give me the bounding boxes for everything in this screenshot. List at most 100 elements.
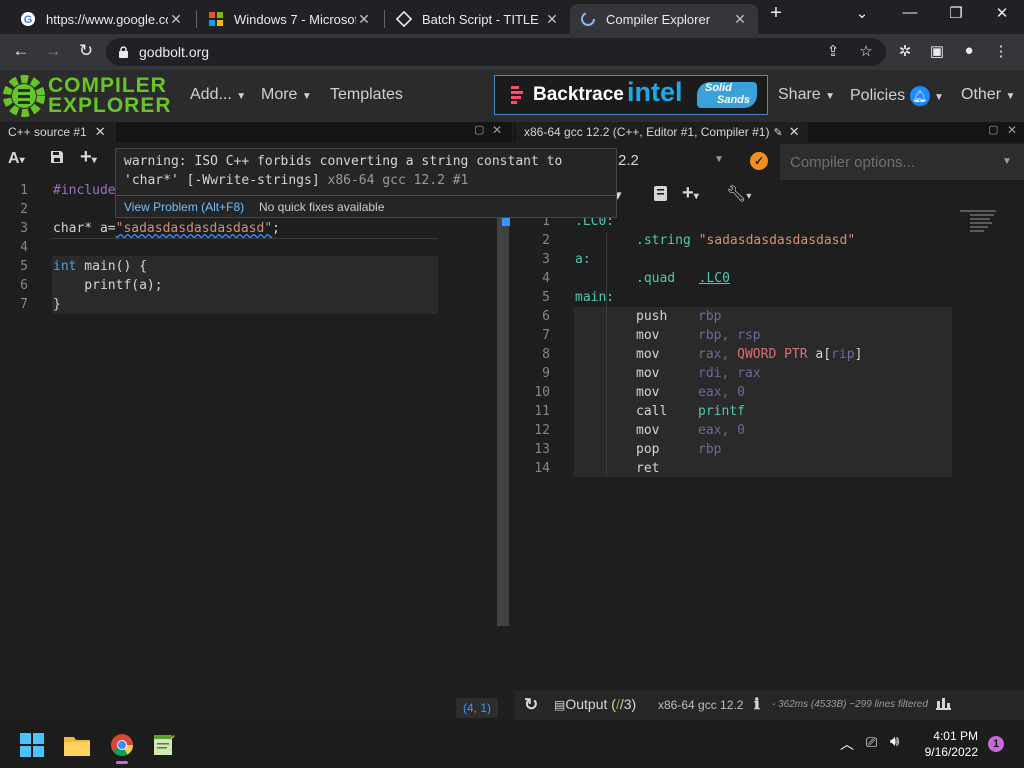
more-menu[interactable]: More ▼: [261, 86, 312, 104]
wrench-icon[interactable]: 🔧︎▾: [726, 184, 751, 204]
save-icon[interactable]: [50, 150, 64, 169]
asm-line[interactable]: main:: [575, 290, 614, 305]
browser-tab-batch[interactable]: Batch Script - TITLE ✕: [386, 4, 570, 34]
close-icon[interactable]: ✕: [168, 11, 184, 28]
share-menu[interactable]: Share ▼: [778, 86, 835, 104]
line-number: 12: [534, 423, 550, 438]
line-number: 10: [534, 385, 550, 400]
asm-op: ret: [636, 461, 660, 476]
restore-button[interactable]: ❐: [942, 4, 970, 22]
extensions-icon[interactable]: ✲: [894, 42, 916, 60]
tooltip-message-line1: warning: ISO C++ forbids converting a st…: [124, 154, 563, 169]
window-close-button[interactable]: ✕: [988, 4, 1016, 22]
asm-op: push: [636, 309, 668, 324]
clock-date: 9/16/2022: [924, 745, 978, 759]
compiler-explorer-logo[interactable]: COMPILER EXPLORER: [2, 72, 171, 120]
code-line[interactable]: int main() {: [53, 259, 147, 274]
browser-tab-google[interactable]: G https://www.google.co ✕: [10, 4, 194, 34]
asm-op: .quad: [636, 271, 676, 286]
tab-title: Batch Script - TITLE: [422, 11, 539, 27]
add-menu[interactable]: Add... ▼: [190, 86, 246, 104]
warning-squiggle-string[interactable]: "sadasdasdasdasdasd": [116, 221, 273, 236]
code-line[interactable]: printf(a);: [53, 278, 162, 293]
close-icon[interactable]: ✕: [356, 11, 372, 28]
notification-badge[interactable]: 1: [988, 736, 1004, 752]
code-token: char* a=: [53, 221, 116, 236]
asm-op: mov: [636, 423, 660, 438]
asm-args: rbp, rsp: [698, 328, 761, 343]
library-icon[interactable]: [654, 186, 667, 206]
profile-icon[interactable]: ●: [958, 42, 980, 59]
editor-scrollbar[interactable]: [497, 178, 509, 626]
close-icon[interactable]: ✕: [544, 11, 560, 28]
line-number: 11: [534, 404, 550, 419]
asm-label-link[interactable]: .LC0: [699, 271, 730, 286]
bar-chart-icon[interactable]: [936, 696, 951, 715]
policies-menu-label: Policies: [850, 87, 906, 105]
code-line[interactable]: char* a="sadasdasdasdasdasd";: [53, 221, 280, 236]
tooltip-source: x86-64 gcc 12.2 #1: [327, 173, 469, 188]
policies-menu[interactable]: Policies 🔔︎ ▼: [850, 86, 944, 106]
close-icon[interactable]: ✕: [789, 124, 800, 140]
code-token: int: [53, 259, 77, 274]
other-menu[interactable]: Other ▼: [961, 86, 1015, 104]
bell-icon: 🔔︎: [909, 86, 930, 106]
clock[interactable]: 4:01 PM 9/16/2022: [920, 728, 978, 760]
show-hidden-icons[interactable]: ︿: [840, 734, 854, 754]
volume-icon[interactable]: 🔊︎: [890, 733, 899, 750]
code-token: #include: [53, 183, 116, 198]
minimap[interactable]: [960, 210, 1000, 240]
network-icon[interactable]: ⎚: [866, 734, 877, 751]
asm-line[interactable]: a:: [575, 252, 591, 267]
output-button[interactable]: ▤Output (//3): [554, 696, 636, 712]
share-page-icon[interactable]: ⇪: [822, 42, 844, 60]
browser-tab-windows[interactable]: Windows 7 - Microsoft ✕: [198, 4, 382, 34]
chrome-taskbar-icon[interactable]: [110, 733, 134, 764]
reload-button[interactable]: ↻: [75, 41, 97, 61]
recompile-icon[interactable]: ↻: [524, 695, 538, 715]
close-icon[interactable]: ✕: [95, 124, 106, 140]
ce-header: COMPILER EXPLORER Add... ▼ More ▼ Templa…: [0, 70, 1024, 122]
minimize-button[interactable]: —: [896, 4, 924, 21]
forward-button[interactable]: →: [42, 41, 64, 61]
close-icon[interactable]: ✕: [1007, 123, 1017, 137]
close-icon[interactable]: ✕: [492, 123, 502, 137]
caret-down-icon: ▼: [236, 91, 247, 102]
add-tool-button[interactable]: +▾: [682, 182, 699, 205]
code-line[interactable]: }: [53, 297, 61, 312]
asm-line[interactable]: .quad .LC0: [636, 271, 730, 286]
bookmark-star-icon[interactable]: ☆: [855, 42, 877, 60]
compiler-select[interactable]: 2.2 ▼: [618, 144, 734, 178]
info-icon[interactable]: ℹ: [754, 695, 760, 713]
templates-link[interactable]: Templates: [330, 86, 403, 104]
asm-line[interactable]: .string "sadasdasdasdasdasd": [636, 233, 855, 248]
close-icon[interactable]: ✕: [732, 11, 748, 28]
tab-compiler[interactable]: x86-64 gcc 12.2 (C++, Editor #1, Compile…: [516, 122, 808, 142]
tab-cpp-source[interactable]: C++ source #1 ✕: [0, 122, 116, 142]
view-problem-link[interactable]: View Problem (Alt+F8): [124, 200, 244, 214]
caret-down-icon: ▼: [825, 91, 836, 102]
compiler-options-input[interactable]: Compiler options... ▼: [780, 144, 1024, 180]
maximize-icon[interactable]: ▢: [474, 123, 484, 136]
add-pane-button[interactable]: +▾: [80, 146, 97, 169]
maximize-icon[interactable]: ▢: [988, 123, 998, 136]
compiler-status-icon[interactable]: ✓: [750, 152, 768, 170]
compile-stats: - 362ms (4533B) ~299 lines filtered: [772, 699, 928, 710]
back-button[interactable]: ←: [10, 41, 32, 61]
pencil-icon[interactable]: ✎: [773, 126, 782, 139]
loading-icon: [580, 11, 596, 27]
file-explorer-icon[interactable]: [64, 734, 90, 761]
browser-tab-compiler-explorer[interactable]: Compiler Explorer ✕: [570, 4, 758, 34]
url-bar[interactable]: godbolt.org: [106, 38, 886, 66]
lock-icon[interactable]: [118, 45, 129, 59]
browser-menu-icon[interactable]: ⋮: [990, 42, 1012, 60]
tab-search-icon[interactable]: ⌄: [848, 4, 876, 22]
notepad-taskbar-icon[interactable]: [152, 733, 176, 762]
new-tab-button[interactable]: +: [762, 2, 790, 25]
share-menu-label: Share: [778, 86, 821, 103]
windows-start-icon[interactable]: [20, 733, 44, 762]
side-panel-icon[interactable]: ▣: [926, 42, 948, 60]
sponsor-banner[interactable]: Backtrace intel Solid Sands: [494, 75, 768, 115]
code-line[interactable]: #include: [53, 183, 116, 198]
font-size-button[interactable]: A▾: [8, 150, 25, 168]
